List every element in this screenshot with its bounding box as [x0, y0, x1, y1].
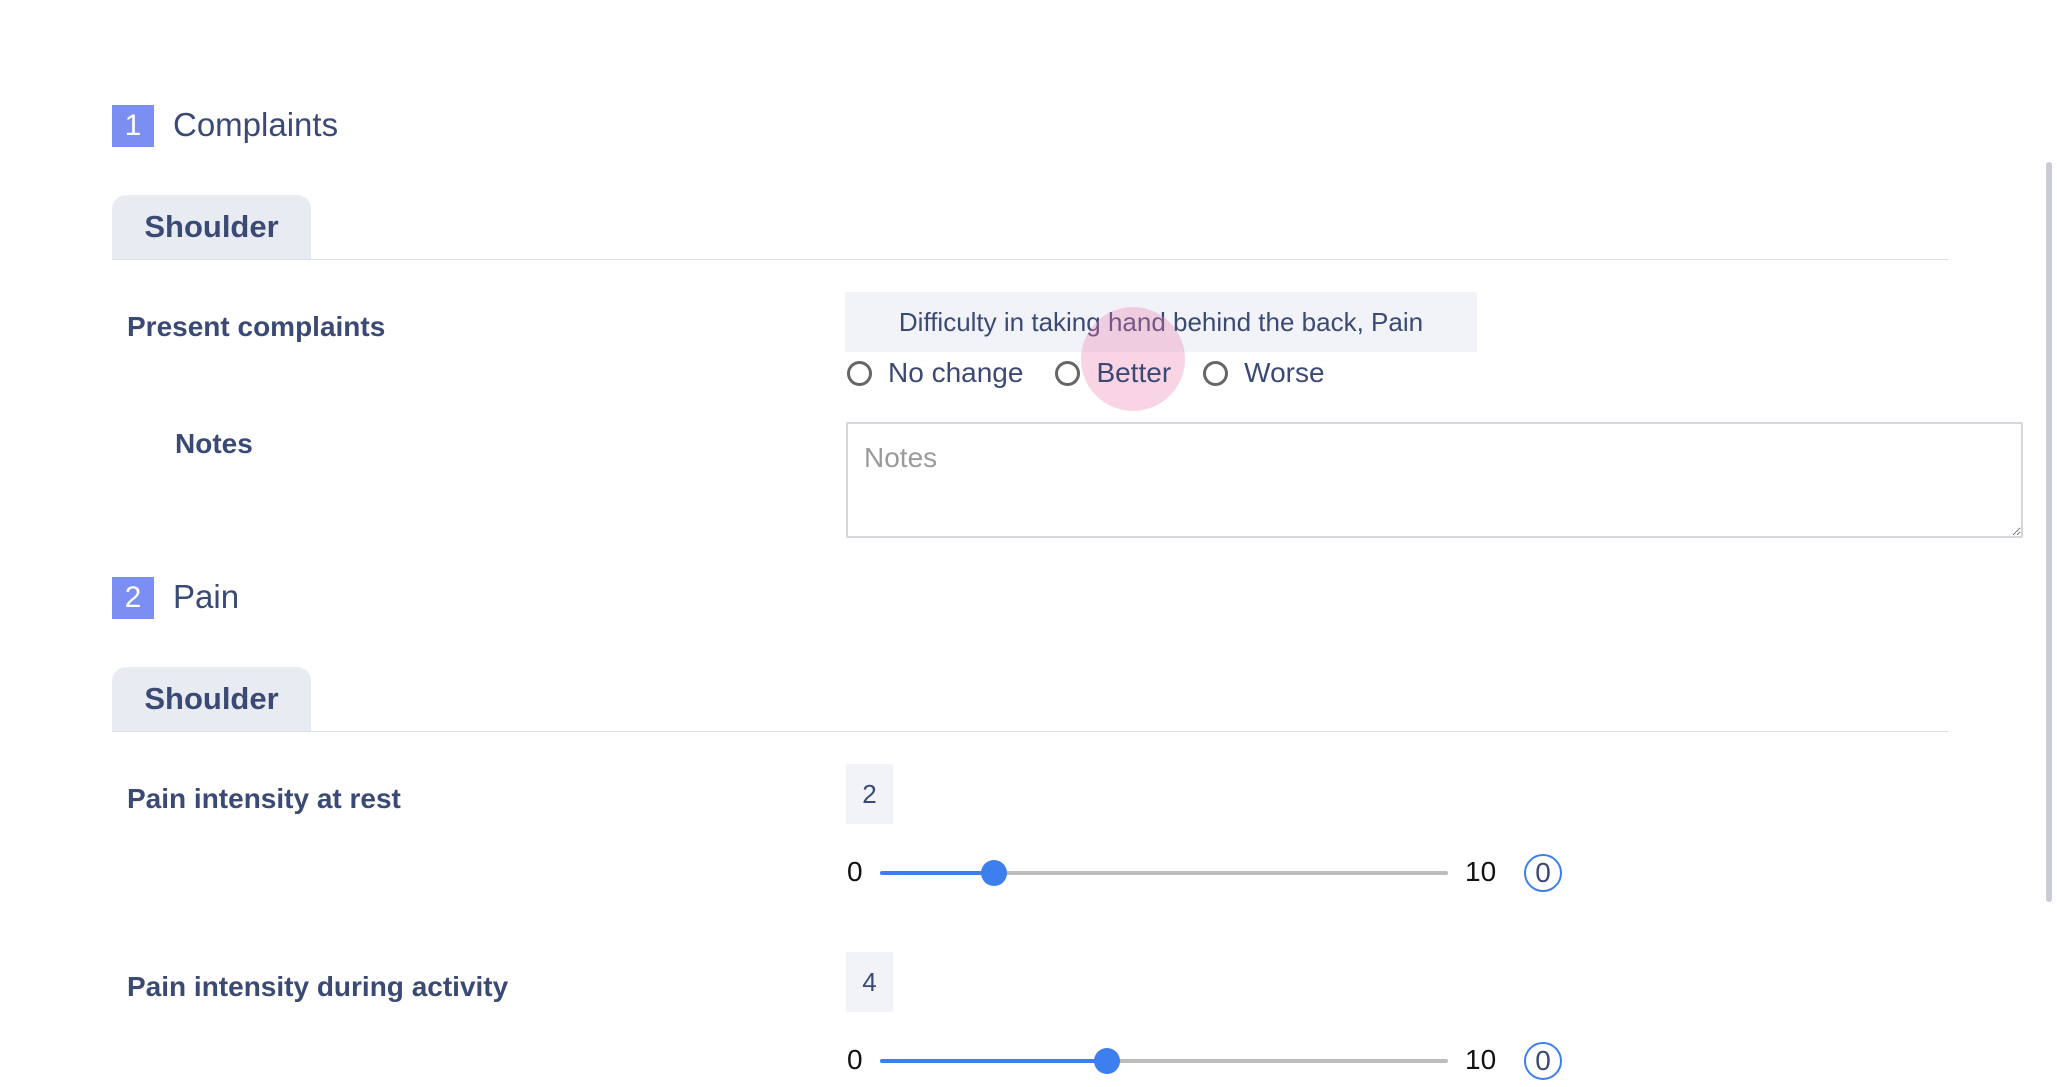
- tab-shoulder-pain[interactable]: Shoulder: [112, 667, 311, 731]
- pain-during-activity-max: 10: [1465, 1044, 1497, 1075]
- pain-at-rest-label: Pain intensity at rest: [127, 783, 401, 814]
- radio-circle-worse[interactable]: [1203, 360, 1229, 386]
- tab-shoulder-complaints[interactable]: Shoulder: [112, 195, 311, 259]
- pain-at-rest-max: 10: [1465, 856, 1497, 887]
- section-title-pain: Pain: [173, 578, 240, 615]
- pain-during-activity-min: 0: [847, 1044, 863, 1075]
- slider-fill: [880, 1059, 1107, 1063]
- radio-circle-no-change[interactable]: [847, 360, 872, 386]
- radio-label-better: Better: [1096, 357, 1172, 388]
- page-scrollbar-thumb[interactable]: [2046, 162, 2052, 902]
- tab-divider: [112, 731, 1948, 732]
- pain-during-activity-reset-button[interactable]: 0: [1524, 1042, 1562, 1080]
- present-complaints-label: Present complaints: [127, 311, 386, 342]
- pain-during-activity-slider[interactable]: [880, 1046, 1448, 1076]
- pain-at-rest-value: 2: [846, 764, 893, 824]
- radio-label-no-change: No change: [888, 357, 1024, 388]
- radio-circle-better[interactable]: [1055, 360, 1081, 386]
- radio-better[interactable]: Better: [1055, 357, 1171, 389]
- pain-during-activity-label: Pain intensity during activity: [127, 971, 509, 1002]
- slider-thumb[interactable]: [981, 860, 1007, 886]
- pain-at-rest-min: 0: [847, 856, 863, 887]
- radio-worse[interactable]: Worse: [1203, 357, 1325, 389]
- pain-at-rest-reset-button[interactable]: 0: [1524, 854, 1562, 892]
- pain-at-rest-slider[interactable]: [880, 858, 1448, 888]
- section-number-badge: 1: [112, 105, 154, 147]
- section-title-complaints: Complaints: [173, 106, 339, 143]
- section-number-badge: 2: [112, 577, 154, 619]
- notes-label: Notes: [175, 428, 253, 459]
- pain-during-activity-value: 4: [846, 952, 893, 1012]
- complaint-change-radio-group: No change Better Worse: [847, 357, 1325, 389]
- tab-divider: [112, 259, 1948, 260]
- slider-fill: [880, 871, 994, 875]
- radio-label-worse: Worse: [1244, 357, 1325, 388]
- slider-thumb[interactable]: [1094, 1048, 1120, 1074]
- radio-no-change[interactable]: No change: [847, 357, 1023, 389]
- notes-field[interactable]: [846, 422, 2023, 538]
